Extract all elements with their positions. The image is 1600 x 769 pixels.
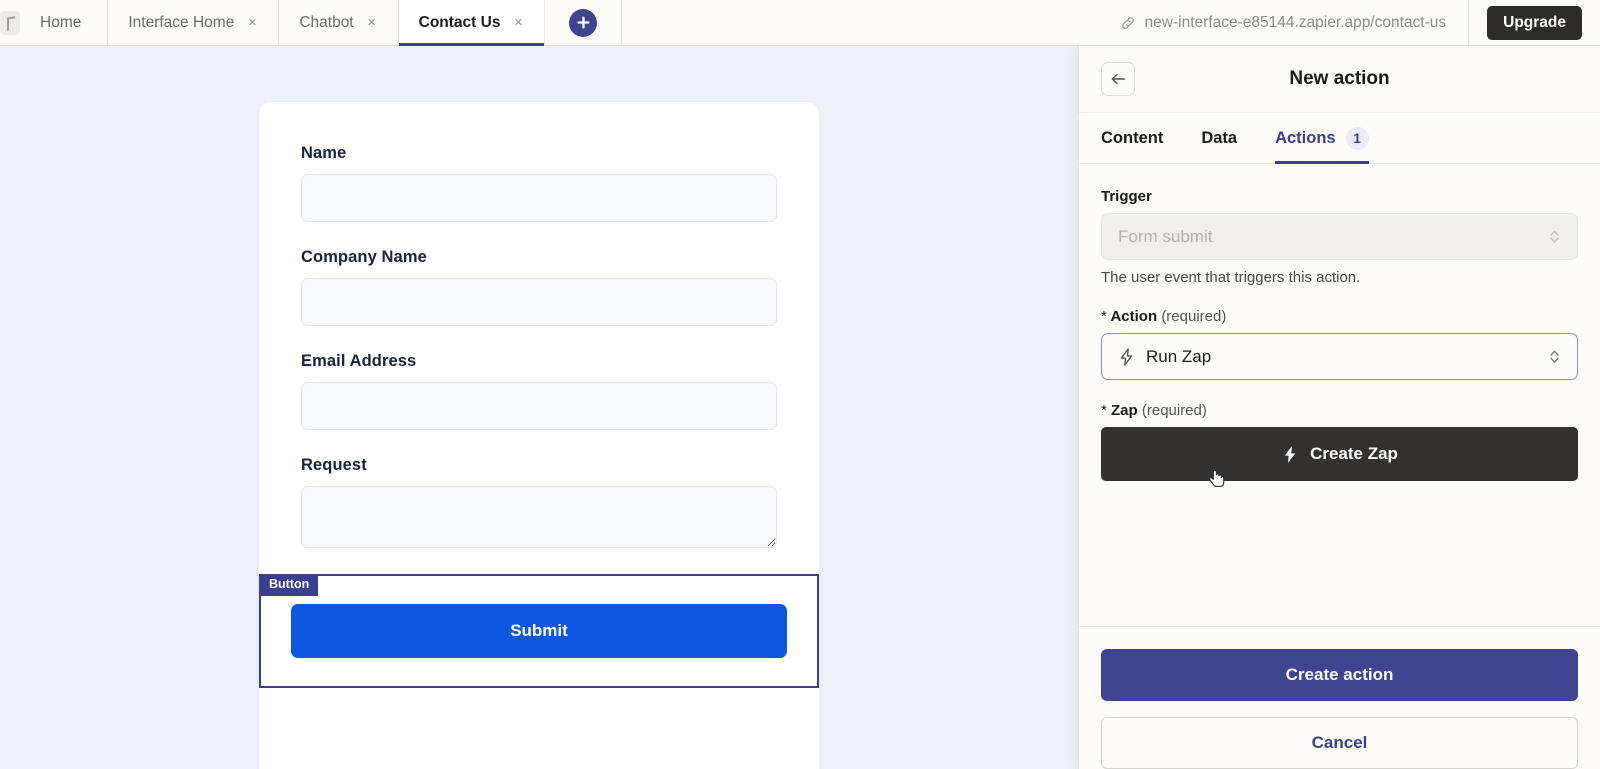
form-field-name: Name xyxy=(301,144,777,222)
panel-footer: Create action Cancel xyxy=(1079,626,1600,769)
browser-tab-bar: Home Interface Home × Chatbot × Contact … xyxy=(0,0,1600,46)
zap-required-note: (required) xyxy=(1141,402,1207,419)
field-label: Company Name xyxy=(301,248,427,266)
create-action-button[interactable]: Create action xyxy=(1101,649,1578,701)
add-tab-button[interactable] xyxy=(569,8,598,37)
tab-label: Actions xyxy=(1275,129,1336,147)
lightning-bolt-icon xyxy=(1120,347,1133,366)
action-label: * Action (required) xyxy=(1101,308,1578,325)
company-name-input[interactable] xyxy=(301,278,777,326)
required-star: * xyxy=(1101,308,1107,325)
trigger-select: Form submit xyxy=(1101,213,1578,260)
zap-label: * Zap (required) xyxy=(1101,402,1578,419)
chevron-updown-icon xyxy=(1550,350,1559,363)
contact-form-card: Name Company Name Email Address Request xyxy=(259,102,819,769)
workspace: Name Company Name Email Address Request xyxy=(0,46,1600,769)
close-icon[interactable]: × xyxy=(366,15,378,30)
app-root: Home Interface Home × Chatbot × Contact … xyxy=(0,0,1600,769)
email-address-input[interactable] xyxy=(301,382,777,430)
tab-label: Content xyxy=(1101,129,1164,147)
cancel-button[interactable]: Cancel xyxy=(1101,717,1578,769)
form-field-company-name: Company Name xyxy=(301,248,777,326)
chevron-updown-icon xyxy=(1550,230,1559,243)
tab-interface-home[interactable]: Interface Home × xyxy=(108,0,280,45)
panel-content: Trigger Form submit The user event that … xyxy=(1079,164,1600,604)
selected-button-block[interactable]: Button Submit xyxy=(259,574,819,688)
submit-button[interactable]: Submit xyxy=(291,604,787,658)
tab-home[interactable]: Home xyxy=(14,0,109,45)
zap-label-text: Zap xyxy=(1111,402,1138,419)
form-field-request: Request xyxy=(301,456,777,548)
upgrade-button[interactable]: Upgrade xyxy=(1487,5,1582,40)
new-tab-cell xyxy=(545,0,623,45)
form-field-email-address: Email Address xyxy=(301,352,777,430)
tab-label: Interface Home xyxy=(128,13,235,31)
action-required-note: (required) xyxy=(1161,308,1227,325)
panel-tab-bar: Content Data Actions 1 xyxy=(1079,113,1600,164)
create-zap-button[interactable]: Create Zap xyxy=(1101,427,1578,481)
field-label: Name xyxy=(301,144,347,162)
tab-data[interactable]: Data xyxy=(1201,113,1237,163)
action-select[interactable]: Run Zap xyxy=(1101,333,1578,380)
close-icon[interactable]: × xyxy=(246,15,258,30)
new-action-panel: New action Content Data Actions 1 Trigge… xyxy=(1078,46,1600,769)
name-input[interactable] xyxy=(301,174,777,222)
tab-label: Data xyxy=(1201,129,1238,147)
back-button[interactable] xyxy=(1101,62,1135,96)
tab-chatbot[interactable]: Chatbot × xyxy=(279,0,399,45)
interface-canvas: Name Company Name Email Address Request xyxy=(0,46,1078,769)
link-icon xyxy=(1121,16,1134,29)
create-zap-label: Create Zap xyxy=(1310,444,1398,463)
required-star: * xyxy=(1101,402,1107,419)
action-label-text: Action xyxy=(1110,308,1158,325)
close-icon[interactable]: × xyxy=(512,15,524,30)
arrow-left-icon xyxy=(1111,73,1125,85)
selection-type-badge: Button xyxy=(260,575,319,596)
tab-contact-us[interactable]: Contact Us × xyxy=(398,0,546,46)
trigger-label: Trigger xyxy=(1101,188,1152,205)
plus-icon xyxy=(577,16,590,29)
published-url[interactable]: new-interface-e85144.zapier.app/contact-… xyxy=(1120,0,1469,45)
lightning-bolt-icon xyxy=(1284,445,1296,463)
panel-header: New action xyxy=(1079,46,1600,113)
action-value: Run Zap xyxy=(1146,346,1212,366)
actions-count-badge: 1 xyxy=(1345,127,1369,150)
panel-title: New action xyxy=(1289,68,1390,89)
tab-label: Chatbot xyxy=(299,13,354,31)
upgrade-cell: Upgrade xyxy=(1468,0,1600,45)
tab-label: Home xyxy=(40,13,82,31)
request-textarea[interactable] xyxy=(301,486,777,548)
field-label: Email Address xyxy=(301,352,417,370)
tab-label: Contact Us xyxy=(418,13,501,31)
field-label: Request xyxy=(301,456,367,474)
trigger-help-text: The user event that triggers this action… xyxy=(1101,269,1361,286)
url-text: new-interface-e85144.zapier.app/contact-… xyxy=(1144,13,1447,31)
tab-actions[interactable]: Actions 1 xyxy=(1275,113,1369,164)
tab-content[interactable]: Content xyxy=(1101,113,1163,163)
trigger-value: Form submit xyxy=(1118,226,1213,246)
collapsed-nav-button[interactable] xyxy=(0,0,20,45)
